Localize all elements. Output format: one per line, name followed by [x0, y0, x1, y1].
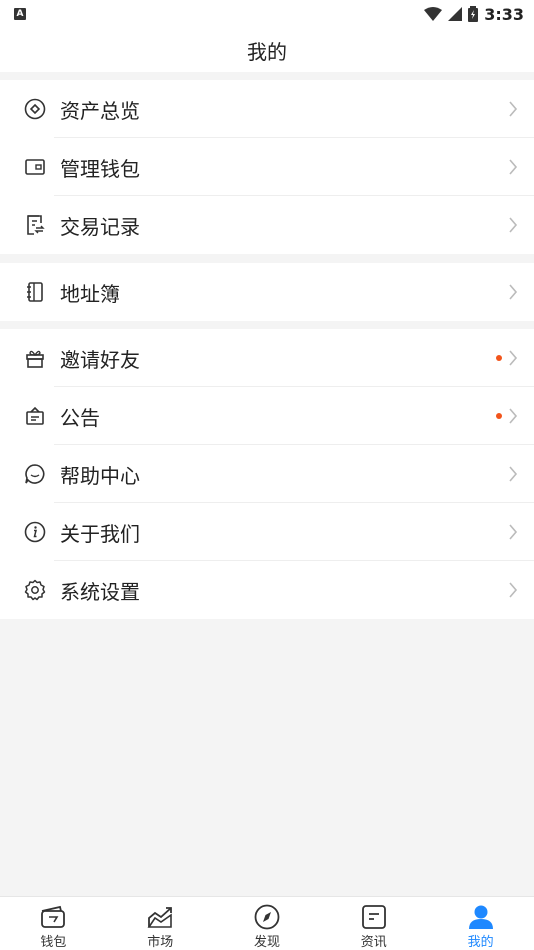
menu-item-invite-friends[interactable]: 邀请好友: [0, 329, 534, 387]
menu-group-assets: 资产总览 管理钱包 交易记录: [0, 80, 534, 254]
menu-item-label: 帮助中心: [60, 463, 140, 488]
menu-item-manage-wallet[interactable]: 管理钱包: [0, 138, 534, 196]
tab-news[interactable]: 资讯: [320, 897, 427, 950]
tab-label: 钱包: [40, 935, 67, 950]
tab-mine[interactable]: 我的: [427, 897, 534, 950]
menu-item-announcement[interactable]: 公告: [0, 387, 534, 445]
asset-overview-icon: [24, 98, 46, 120]
tab-market[interactable]: 市场: [107, 897, 214, 950]
chevron-right-icon: [509, 101, 518, 117]
cell-signal-icon: [448, 7, 463, 21]
menu-item-help-center[interactable]: 帮助中心: [0, 445, 534, 503]
chevron-right-icon: [509, 350, 518, 366]
status-bar: A 3:33: [0, 0, 534, 28]
wifi-icon: [424, 7, 443, 21]
chevron-right-icon: [509, 582, 518, 598]
tab-label: 市场: [147, 935, 174, 950]
tab-label: 我的: [467, 935, 494, 950]
market-chart-icon: [146, 904, 174, 930]
tab-discover[interactable]: 发现: [214, 897, 321, 950]
menu-item-asset-overview[interactable]: 资产总览: [0, 80, 534, 138]
gift-icon: [24, 347, 46, 369]
menu-item-about-us[interactable]: 关于我们: [0, 503, 534, 561]
tab-label: 资讯: [360, 935, 387, 950]
chevron-right-icon: [509, 466, 518, 482]
menu-item-label: 关于我们: [60, 521, 140, 546]
compass-icon: [253, 904, 281, 930]
chevron-right-icon: [509, 408, 518, 424]
transaction-record-icon: [24, 214, 46, 236]
menu-item-label: 系统设置: [60, 579, 140, 604]
unread-dot: [496, 413, 502, 419]
tab-label: 发现: [253, 935, 280, 950]
menu-group-address: 地址簿: [0, 263, 534, 321]
menu-item-label: 交易记录: [60, 214, 140, 239]
chevron-right-icon: [509, 217, 518, 233]
address-book-icon: [24, 281, 46, 303]
page-title: 我的: [247, 39, 287, 64]
announcement-icon: [24, 405, 46, 427]
app-notification-icon: A: [14, 8, 26, 20]
user-icon: [467, 904, 495, 930]
news-icon: [360, 904, 388, 930]
status-time: 3:33: [484, 4, 524, 24]
menu-item-label: 管理钱包: [60, 156, 140, 181]
chevron-right-icon: [509, 524, 518, 540]
menu-item-label: 邀请好友: [60, 347, 140, 372]
info-icon: [24, 521, 46, 543]
menu-item-label: 公告: [60, 405, 100, 430]
unread-dot: [496, 355, 502, 361]
menu-item-transaction-record[interactable]: 交易记录: [0, 196, 534, 254]
wallet-tab-icon: [39, 904, 67, 930]
menu-item-system-settings[interactable]: 系统设置: [0, 561, 534, 619]
settings-gear-icon: [24, 579, 46, 601]
bottom-tab-bar: 钱包 市场 发现 资讯 我的: [0, 896, 534, 950]
chevron-right-icon: [509, 284, 518, 300]
menu-item-label: 地址簿: [60, 281, 120, 306]
help-chat-icon: [24, 463, 46, 485]
wallet-icon: [24, 156, 46, 178]
menu-group-general: 邀请好友 公告 帮助中心 关于我们 系统设置: [0, 329, 534, 619]
menu-item-address-book[interactable]: 地址簿: [0, 263, 534, 321]
chevron-right-icon: [509, 159, 518, 175]
menu-item-label: 资产总览: [60, 98, 140, 123]
tab-wallet[interactable]: 钱包: [0, 897, 107, 950]
page-header: 我的: [0, 28, 534, 72]
battery-icon: [468, 6, 479, 22]
